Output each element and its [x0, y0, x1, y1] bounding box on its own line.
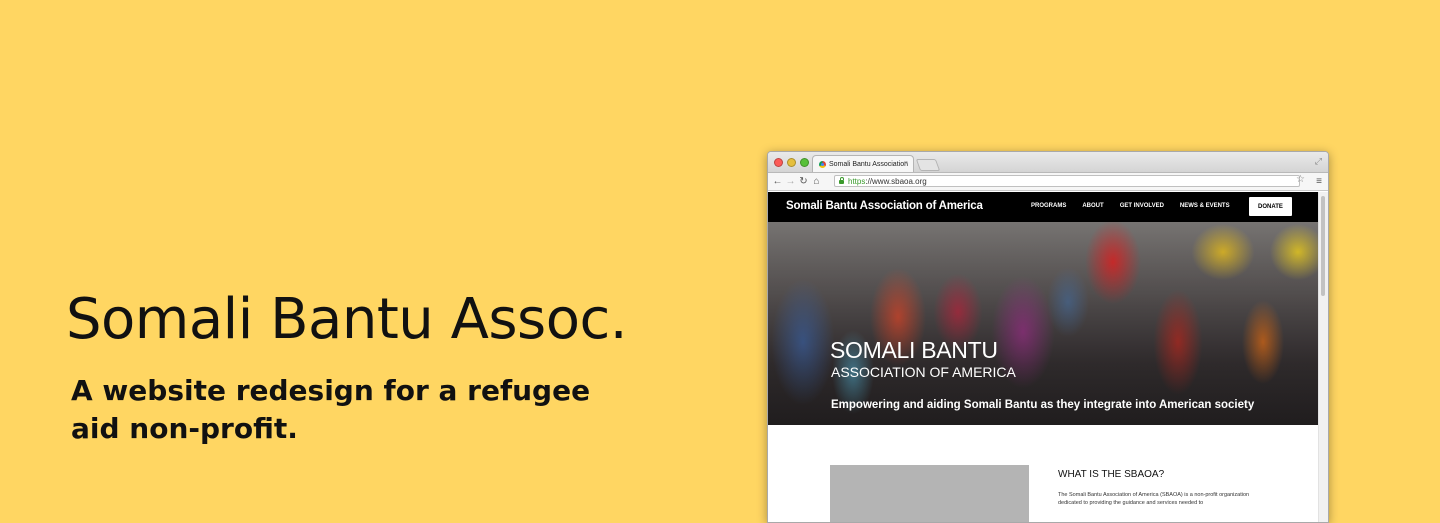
- website-viewport: Somali Bantu Association of America PROG…: [768, 192, 1319, 522]
- tab-title: Somali Bantu Association: [829, 160, 908, 168]
- maximize-window-button[interactable]: [800, 158, 809, 167]
- url-scheme: https: [848, 176, 866, 186]
- about-heading: WHAT IS THE SBAOA?: [1058, 469, 1165, 480]
- url-text: ://www.sbaoa.org: [865, 176, 927, 186]
- about-image-placeholder: [830, 465, 1029, 522]
- chrome-favicon-icon: [819, 160, 826, 168]
- site-brand[interactable]: Somali Bantu Association of America: [786, 200, 983, 212]
- page-title: Somali Bantu Assoc.: [66, 287, 628, 352]
- banner-tagline: Empowering and aiding Somali Bantu as th…: [831, 399, 1255, 411]
- close-window-button[interactable]: [774, 158, 783, 167]
- nav-link-about[interactable]: ABOUT: [1082, 203, 1103, 209]
- nav-link-news-events[interactable]: NEWS & EVENTS: [1180, 203, 1230, 209]
- forward-arrow-icon[interactable]: →: [784, 173, 797, 190]
- nav-link-get-involved[interactable]: GET INVOLVED: [1120, 203, 1164, 209]
- scrollbar[interactable]: [1318, 192, 1328, 522]
- hero-banner-photo: SOMALI BANTU ASSOCIATION OF AMERICA Empo…: [768, 222, 1319, 425]
- menu-icon[interactable]: ≡: [1316, 173, 1322, 190]
- reload-icon[interactable]: ↻: [797, 173, 810, 190]
- tab-close-icon[interactable]: ×: [904, 160, 908, 167]
- minimize-window-button[interactable]: [787, 158, 796, 167]
- address-bar[interactable]: https://www.sbaoa.org: [834, 175, 1300, 187]
- browser-toolbar: ← → ↻ ⌂ https://www.sbaoa.org ☆ ≡: [768, 173, 1328, 191]
- banner-subtitle: ASSOCIATION OF AMERICA: [831, 364, 1016, 380]
- scrollbar-thumb[interactable]: [1321, 196, 1325, 296]
- fullscreen-icon[interactable]: ⤢: [1315, 156, 1322, 167]
- page-subtitle: A website redesign for a refugee aid non…: [71, 374, 591, 445]
- lock-icon: [839, 177, 844, 184]
- banner-title: SOMALI BANTU: [830, 337, 998, 363]
- donate-button[interactable]: DONATE: [1249, 197, 1292, 216]
- home-icon[interactable]: ⌂: [810, 173, 823, 190]
- browser-tabstrip: Somali Bantu Association × ⤢: [768, 152, 1328, 173]
- browser-tab[interactable]: Somali Bantu Association ×: [812, 155, 914, 172]
- bookmark-star-icon[interactable]: ☆: [1296, 174, 1305, 185]
- window-controls: [774, 158, 809, 167]
- site-nav: PROGRAMS ABOUT GET INVOLVED NEWS & EVENT…: [1031, 203, 1246, 209]
- site-header: Somali Bantu Association of America PROG…: [768, 192, 1319, 222]
- nav-link-programs[interactable]: PROGRAMS: [1031, 203, 1066, 209]
- back-arrow-icon[interactable]: ←: [771, 173, 784, 190]
- browser-window: Somali Bantu Association × ⤢ ← → ↻ ⌂ htt…: [767, 151, 1329, 523]
- new-tab-button[interactable]: [915, 159, 941, 171]
